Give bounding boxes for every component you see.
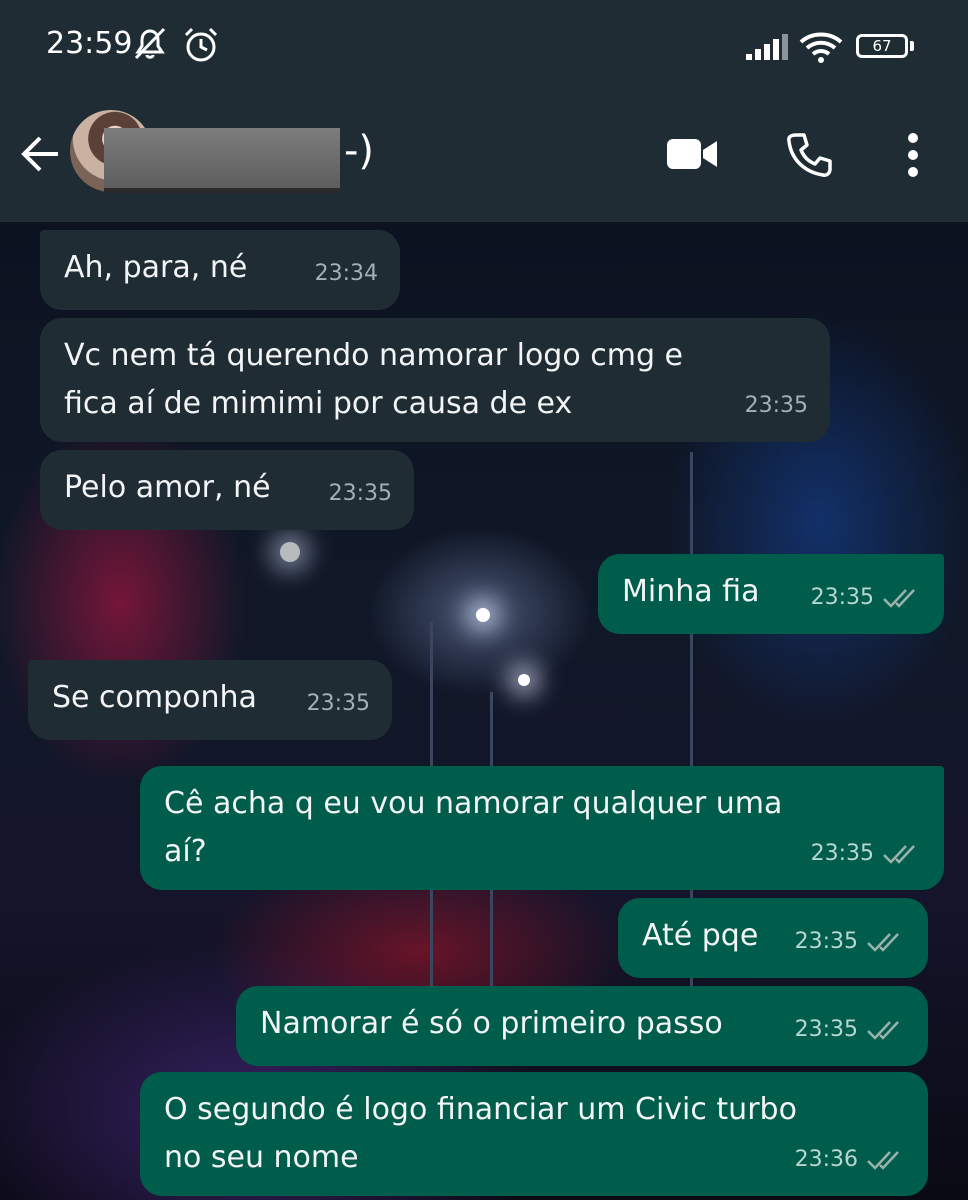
wifi-icon — [799, 32, 843, 63]
message-meta: 23:34 — [315, 250, 378, 298]
status-time: 23:59 — [46, 26, 133, 61]
message-text: Vc nem tá querendo namorar logo cmg e fi… — [64, 338, 683, 421]
message-bubble-outgoing[interactable]: Namorar é só o primeiro passo 23:35 — [236, 986, 928, 1066]
message-bubble-incoming[interactable]: Se componha 23:35 — [28, 660, 392, 740]
message-bubble-outgoing[interactable]: Minha fia 23:35 — [598, 554, 944, 634]
message-bubble-incoming[interactable]: Pelo amor, né 23:35 — [40, 450, 414, 530]
message-meta: 23:35 — [329, 470, 392, 518]
street-light — [518, 674, 530, 686]
double-check-icon — [883, 589, 915, 608]
contact-name[interactable]: -) — [344, 128, 374, 174]
battery-icon: 67 — [856, 34, 908, 58]
message-time: 23:35 — [794, 929, 858, 954]
alarm-icon — [184, 27, 218, 62]
message-meta: 23:35 — [811, 830, 922, 878]
message-bubble-outgoing[interactable]: Até pqe 23:35 — [618, 898, 928, 978]
message-bubble-incoming[interactable]: Vc nem tá querendo namorar logo cmg e fi… — [40, 318, 830, 442]
street-light — [476, 608, 490, 622]
message-bubble-outgoing[interactable]: O segundo é logo financiar um Civic turb… — [140, 1072, 928, 1196]
message-meta: 23:36 — [795, 1136, 906, 1184]
more-options-icon[interactable] — [904, 132, 922, 178]
double-check-icon — [867, 933, 899, 952]
message-time: 23:36 — [794, 1147, 858, 1172]
double-check-icon — [867, 1151, 899, 1170]
message-time: 23:35 — [328, 481, 392, 506]
video-call-icon[interactable] — [666, 136, 718, 172]
double-check-icon — [867, 1021, 899, 1040]
message-time: 23:35 — [810, 841, 874, 866]
mute-icon — [134, 27, 166, 60]
back-arrow-icon[interactable] — [18, 132, 62, 176]
message-time: 23:35 — [306, 691, 370, 716]
status-bar: 23:59 67 — [0, 0, 968, 92]
message-bubble-incoming[interactable]: Ah, para, né 23:34 — [40, 230, 400, 310]
message-time: 23:35 — [744, 393, 808, 418]
battery-level: 67 — [872, 37, 892, 55]
phone-icon[interactable] — [786, 132, 832, 178]
message-meta: 23:35 — [745, 382, 808, 430]
message-bubble-outgoing[interactable]: Cê acha q eu vou namorar qualquer uma aí… — [140, 766, 944, 890]
message-time: 23:35 — [810, 585, 874, 610]
message-time: 23:35 — [794, 1017, 858, 1042]
message-meta: 23:35 — [795, 918, 906, 966]
message-text: O segundo é logo financiar um Civic turb… — [164, 1092, 797, 1175]
message-meta: 23:35 — [795, 1006, 906, 1054]
message-time: 23:34 — [314, 261, 378, 286]
contact-name-redacted[interactable] — [104, 128, 340, 193]
chat-header: -) — [0, 92, 968, 222]
street-light — [280, 542, 300, 562]
double-check-icon — [883, 845, 915, 864]
message-text: Cê acha q eu vou namorar qualquer uma aí… — [164, 786, 783, 869]
battery-tip — [910, 41, 914, 51]
message-meta: 23:35 — [811, 574, 922, 622]
signal-icon — [746, 34, 788, 60]
message-meta: 23:35 — [307, 680, 370, 728]
